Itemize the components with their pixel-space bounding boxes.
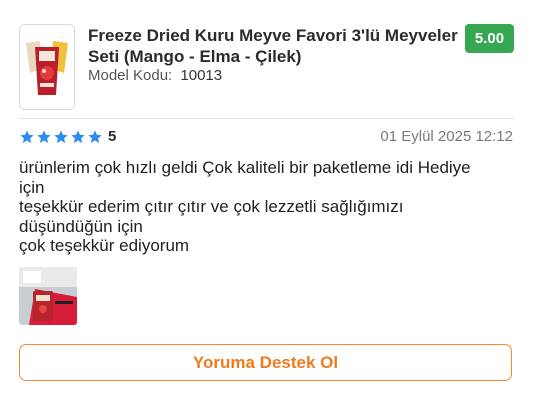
review-text-line: ürünlerim çok hızlı geldi Çok kaliteli b…	[19, 158, 471, 177]
review-text-line: düşündüğün için	[19, 216, 143, 236]
review-photo[interactable]	[19, 267, 77, 325]
product-title-line: Freeze Dried Kuru Meyve Favori 3'lü Meyv…	[88, 26, 458, 45]
rating-value: 5	[108, 128, 117, 145]
divider	[19, 118, 514, 119]
review-text-line: çok teşekkür ediyorum	[19, 236, 190, 255]
price-badge: 5.00	[465, 24, 514, 53]
support-review-button[interactable]: Yoruma Destek Ol	[19, 344, 512, 381]
model-code-value: 10013	[180, 67, 223, 84]
model-code: Model Kodu: 10013	[88, 67, 222, 85]
product-image[interactable]	[19, 24, 75, 110]
product-title[interactable]: Freeze Dried Kuru Meyve Favori 3'lü Meyv…	[88, 25, 460, 67]
review-text-line: teşekkür ederim çıtır çıtır ve çok lezze…	[19, 197, 404, 216]
star-icon	[37, 130, 51, 143]
review-text-line: için	[19, 177, 45, 197]
star-rating	[19, 128, 103, 146]
star-icon	[20, 130, 34, 143]
star-icon	[88, 130, 102, 143]
star-icon	[71, 130, 85, 143]
review-text: ürünlerim çok hızlı geldi Çok kaliteli b…	[19, 158, 499, 256]
star-icon	[54, 130, 68, 143]
review-date: 01 Eylül 2025 12:12	[380, 128, 513, 145]
model-code-label: Model Kodu:	[88, 67, 173, 84]
product-title-line: Seti (Mango - Elma - Çilek)	[88, 47, 302, 66]
